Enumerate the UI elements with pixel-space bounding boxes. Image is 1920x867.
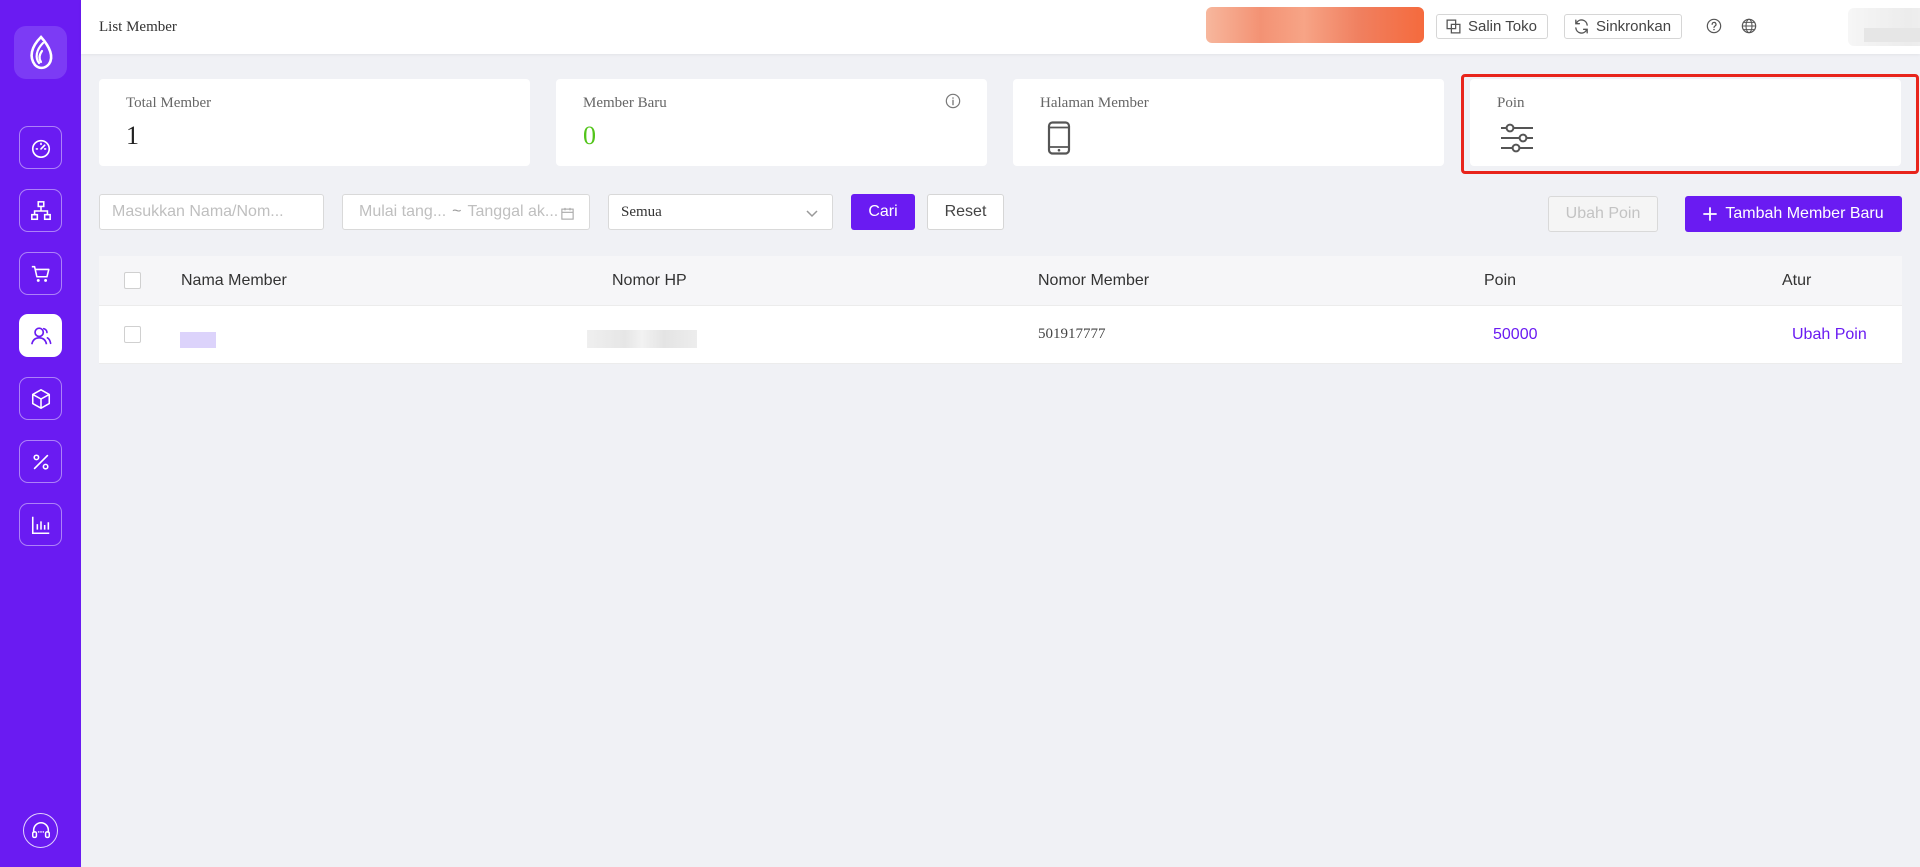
members-table: Nama Member Nomor HP Nomor Member Poin A… [99,256,1902,364]
copy-store-button[interactable]: Salin Toko [1436,14,1548,39]
search-button-label: Cari [868,203,898,220]
date-start-placeholder: Mulai tang... [359,203,447,220]
nav-dashboard[interactable] [19,126,62,169]
stat-value: 1 [126,121,139,150]
language-button[interactable] [1740,17,1758,35]
stat-card-new-member: Member Baru 0 [556,79,987,166]
column-header-points: Poin [1484,272,1517,289]
nav-reports[interactable] [19,503,62,546]
sync-label: Sinkronkan [1596,18,1672,35]
top-header: List Member Salin Toko Sinkronkan [81,0,1920,54]
page-title: List Member [99,19,177,35]
row-checkbox[interactable] [124,326,141,343]
leaf-logo-icon [29,34,52,69]
reset-button[interactable]: Reset [927,194,1004,230]
globe-icon [1741,18,1757,34]
nav-products[interactable] [19,377,62,420]
table-row: 501917777 50000 Ubah Poin [99,306,1902,364]
members-icon [30,326,51,344]
date-range-picker[interactable]: Mulai tang... ~ Tanggal ak... [342,194,590,230]
dashboard-icon [31,139,50,158]
store-copy-icon [1446,19,1461,34]
change-points-label: Ubah Poin [1565,205,1641,222]
date-end-placeholder: Tanggal ak... [467,203,559,220]
stat-label: Total Member [126,95,212,111]
nav-members[interactable] [19,314,62,357]
redacted-phone-number [587,330,697,348]
nav-organization[interactable] [19,189,62,232]
plus-icon [1703,207,1718,221]
reset-button-label: Reset [944,203,987,220]
redacted-store-name [1206,7,1424,43]
column-header-name: Nama Member [181,272,287,289]
headset-icon [31,821,50,838]
report-icon [31,516,49,534]
search-button[interactable]: Cari [851,194,915,230]
redacted-member-name [180,332,216,348]
help-icon [1706,18,1722,34]
stat-card-total-member: Total Member 1 [99,79,530,166]
chevron-down-icon [806,210,818,218]
search-input[interactable]: Masukkan Nama/Nom... [99,194,324,230]
member-number-cell: 501917777 [1038,326,1106,342]
change-points-button[interactable]: Ubah Poin [1548,196,1658,232]
sidebar [0,0,81,867]
date-separator: ~ [452,203,462,220]
add-member-label: Tambah Member Baru [1725,205,1884,222]
highlight-box [1461,74,1919,174]
select-value: Semua [621,203,662,220]
search-placeholder: Masukkan Nama/Nom... [112,203,284,220]
points-cell[interactable]: 50000 [1493,326,1538,344]
nav-promotions[interactable] [19,440,62,483]
redacted-user-menu[interactable] [1848,8,1920,46]
column-header-phone: Nomor HP [612,272,687,289]
calendar-icon [561,207,574,220]
help-button[interactable] [1705,17,1723,35]
organization-icon [30,200,51,220]
table-header: Nama Member Nomor HP Nomor Member Poin A… [99,256,1902,306]
sync-button[interactable]: Sinkronkan [1564,14,1683,39]
nav-cart[interactable] [19,252,62,295]
column-header-member-number: Nomor Member [1038,272,1150,289]
package-icon [31,388,50,409]
select-all-checkbox[interactable] [124,272,141,289]
change-points-link[interactable]: Ubah Poin [1792,326,1867,344]
stat-value: 0 [583,121,596,150]
info-icon[interactable] [945,93,961,109]
app-logo[interactable] [14,26,67,79]
copy-store-label: Salin Toko [1468,18,1537,35]
stat-label: Member Baru [583,95,667,111]
status-select[interactable]: Semua [608,194,833,230]
column-header-actions: Atur [1782,272,1812,289]
add-member-button[interactable]: Tambah Member Baru [1685,196,1902,232]
cart-icon [31,265,50,282]
stat-card-member-page[interactable]: Halaman Member [1013,79,1444,166]
support-button[interactable] [23,813,58,848]
percent-icon [32,453,49,470]
sync-icon [1575,19,1588,34]
mobile-phone-icon [1047,121,1071,155]
stat-label: Halaman Member [1040,95,1149,111]
